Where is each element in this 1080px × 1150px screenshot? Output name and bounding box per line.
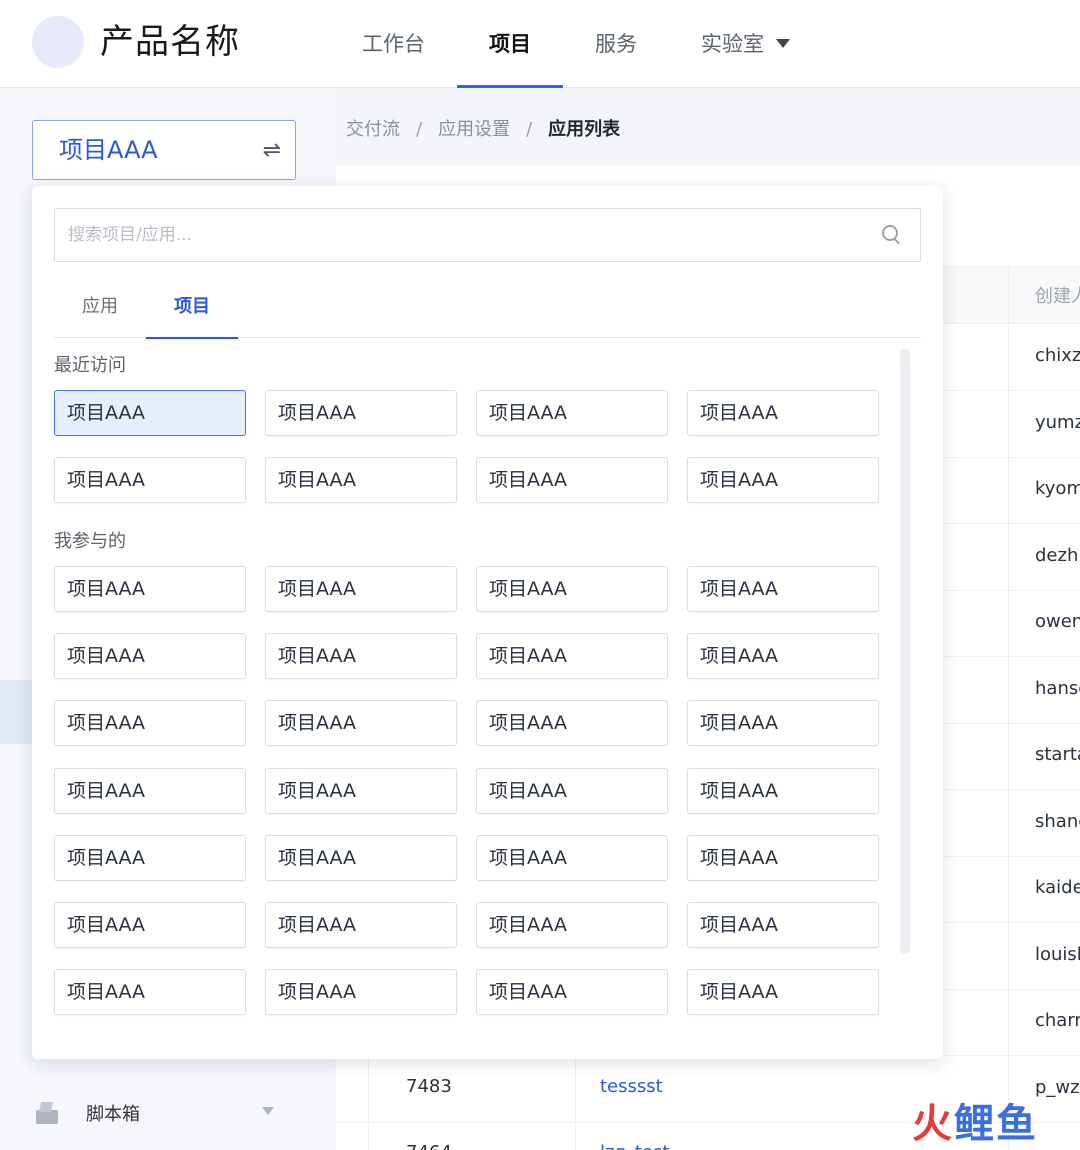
project-card[interactable]: 项目AAA [265,834,457,881]
toolbox-icon [34,1100,60,1126]
project-card[interactable]: 项目AAA [265,566,457,612]
table-cell-id: 7483 [406,1076,452,1097]
sidebar-item-label: 脚本箱 [86,1104,140,1125]
table-cell-creator: dezhi [1035,544,1080,566]
tab-applications[interactable]: 应用 [54,282,146,338]
table-cell-creator: charr [1035,1010,1080,1031]
table-cell-creator: owen [1035,611,1080,632]
project-card[interactable]: 项目AAA [476,700,668,747]
breadcrumb-app-list: 应用列表 [548,119,621,140]
project-switcher-popover: 应用 项目 最近访问 项目AAA项目AAA项目AAA项目AAA项目AAA项目AA… [32,186,943,1059]
project-card[interactable]: 项目AAA [265,390,457,436]
project-card[interactable]: 项目AAA [476,834,668,881]
nav-item-projects[interactable]: 项目 [457,0,563,88]
project-card[interactable]: 项目AAA [687,767,879,814]
sidebar-item-script-box[interactable]: 脚本箱 [34,1093,294,1133]
project-card[interactable]: 项目AAA [265,457,457,503]
table-cell-creator: kyom [1035,478,1080,499]
project-card[interactable]: 项目AAA [476,969,668,1016]
project-card[interactable]: 项目AAA [265,767,457,814]
product-logo[interactable] [32,16,84,68]
tab-projects[interactable]: 项目 [146,282,238,339]
project-selector[interactable]: 项目AAA ⇌ [32,120,296,180]
cell-divider [368,1055,369,1150]
table-cell-creator: yumz [1035,411,1080,433]
breadcrumb-app-settings[interactable]: 应用设置 [438,115,510,145]
project-card[interactable]: 项目AAA [476,566,668,612]
table-cell-creator: chixz [1035,345,1080,366]
search-box [54,208,921,262]
chevron-down-icon [776,39,790,48]
table-cell-creator: louisl [1035,943,1080,965]
breadcrumb: 交付流 / 应用设置 / 应用列表 [346,115,620,145]
project-card[interactable]: 项目AAA [687,390,879,436]
project-card[interactable]: 项目AAA [476,767,668,814]
table-cell-app-name[interactable]: lzq_test [600,1142,669,1150]
scrollbar[interactable] [900,348,910,954]
project-card[interactable]: 项目AAA [265,700,457,747]
project-card[interactable]: 项目AAA [476,633,668,680]
project-card[interactable]: 项目AAA [687,902,879,948]
project-card[interactable]: 项目AAA [54,700,246,747]
project-card[interactable]: 项目AAA [54,633,246,680]
project-card[interactable]: 项目AAA [687,633,879,680]
current-project-name: 项目AAA [59,136,158,164]
nav-item-workbench[interactable]: 工作台 [330,0,457,88]
project-card[interactable]: 项目AAA [687,834,879,881]
creator-column-header: 创建人 [1035,286,1080,307]
project-card[interactable]: 项目AAA [476,390,668,436]
project-card[interactable]: 项目AAA [54,390,246,436]
main-nav: 工作台 项目 服务 实验室 [330,0,822,88]
swap-icon: ⇌ [262,138,281,163]
column-divider [1008,266,1009,1150]
chevron-down-icon [262,1107,274,1115]
project-card[interactable]: 项目AAA [687,566,879,612]
project-card[interactable]: 项目AAA [265,969,457,1016]
table-cell-creator: p_wz [1035,1076,1080,1098]
section-title-recent: 最近访问 [54,355,126,376]
project-card[interactable]: 项目AAA [687,457,879,503]
table-cell-id: 7464 [406,1142,452,1150]
search-icon[interactable] [882,225,902,245]
popover-tabs: 应用 项目 [54,282,921,339]
sidebar-active-item[interactable] [0,680,32,744]
project-card[interactable]: 项目AAA [54,767,246,814]
watermark-logo: 火鲤鱼 [912,1101,1038,1147]
project-card[interactable]: 项目AAA [476,902,668,948]
table-cell-creator: starta [1035,744,1080,765]
nav-item-services[interactable]: 服务 [563,0,669,88]
project-card[interactable]: 项目AAA [54,969,246,1016]
top-navigation-bar: 产品名称 工作台 项目 服务 实验室 [0,0,1080,88]
breadcrumb-delivery-flow[interactable]: 交付流 [346,115,400,145]
project-card[interactable]: 项目AAA [687,969,879,1016]
breadcrumb-separator: / [416,119,423,140]
cell-divider [575,1055,576,1150]
product-name: 产品名称 [100,22,240,62]
table-cell-creator: shanc [1035,810,1080,832]
project-card[interactable]: 项目AAA [265,633,457,680]
project-card[interactable]: 项目AAA [54,902,246,948]
search-input[interactable] [56,210,856,260]
table-cell-app-name[interactable]: tesssst [600,1076,663,1097]
project-card[interactable]: 项目AAA [687,700,879,747]
project-card[interactable]: 项目AAA [54,834,246,881]
section-title-mine: 我参与的 [54,531,126,552]
project-card[interactable]: 项目AAA [54,457,246,503]
my-projects-grid: 项目AAA 项目AAA 项目AAA 项目AAA 项目AAA 项目AAA 项目AAA 项目AAA… [54,566,881,1036]
table-cell-creator: hanse [1035,677,1080,699]
project-card[interactable]: 项目AAA [476,457,668,503]
nav-item-lab[interactable]: 实验室 [669,0,822,88]
project-card[interactable]: 项目AAA [265,902,457,948]
recent-projects-grid: 项目AAA 项目AAA 项目AAA 项目AAA 项目AAA 项目AAA 项目AAA 项目AAA [54,390,881,524]
table-cell-creator: kaide [1035,877,1080,898]
project-card[interactable]: 项目AAA [54,566,246,612]
breadcrumb-separator: / [526,119,533,140]
